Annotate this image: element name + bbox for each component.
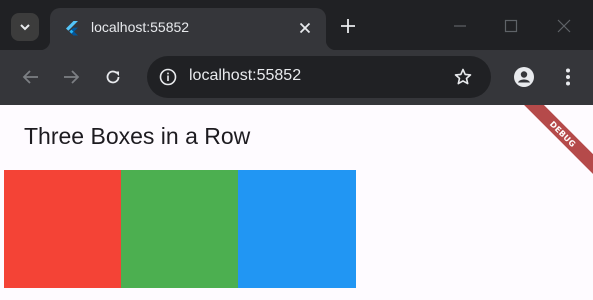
address-bar[interactable]: localhost:55852: [147, 56, 491, 98]
star-icon[interactable]: [453, 67, 473, 87]
arrow-right-icon[interactable]: [60, 66, 82, 88]
reload-icon[interactable]: [102, 66, 124, 88]
kebab-menu-icon[interactable]: [557, 66, 579, 88]
url-text[interactable]: localhost:55852: [189, 67, 301, 85]
boxes-row: [4, 170, 356, 288]
tab-strip: localhost:55852: [0, 0, 593, 50]
browser-toolbar: localhost:55852: [0, 50, 593, 105]
debug-label: DEBUG: [519, 105, 593, 178]
app-bar-title: Three Boxes in a Row: [24, 123, 251, 149]
browser-tab[interactable]: localhost:55852: [40, 8, 336, 50]
minimize-icon[interactable]: [448, 14, 472, 38]
tab-search-button[interactable]: [11, 13, 39, 41]
debug-banner: DEBUG: [518, 105, 593, 185]
close-icon[interactable]: [296, 19, 314, 37]
plus-icon[interactable]: [338, 16, 358, 36]
info-icon[interactable]: [158, 67, 178, 87]
page-content: Three Boxes in a Row: [0, 105, 593, 300]
flutter-logo-icon: [66, 21, 78, 36]
blue-box: [238, 170, 356, 288]
arrow-left-icon[interactable]: [20, 66, 42, 88]
chevron-down-icon: [20, 24, 30, 31]
maximize-icon[interactable]: [499, 14, 523, 38]
window-close-icon[interactable]: [552, 14, 576, 38]
tab-title: localhost:55852: [91, 19, 190, 35]
green-box: [121, 170, 239, 288]
red-box: [4, 170, 122, 288]
person-icon[interactable]: [513, 66, 535, 88]
